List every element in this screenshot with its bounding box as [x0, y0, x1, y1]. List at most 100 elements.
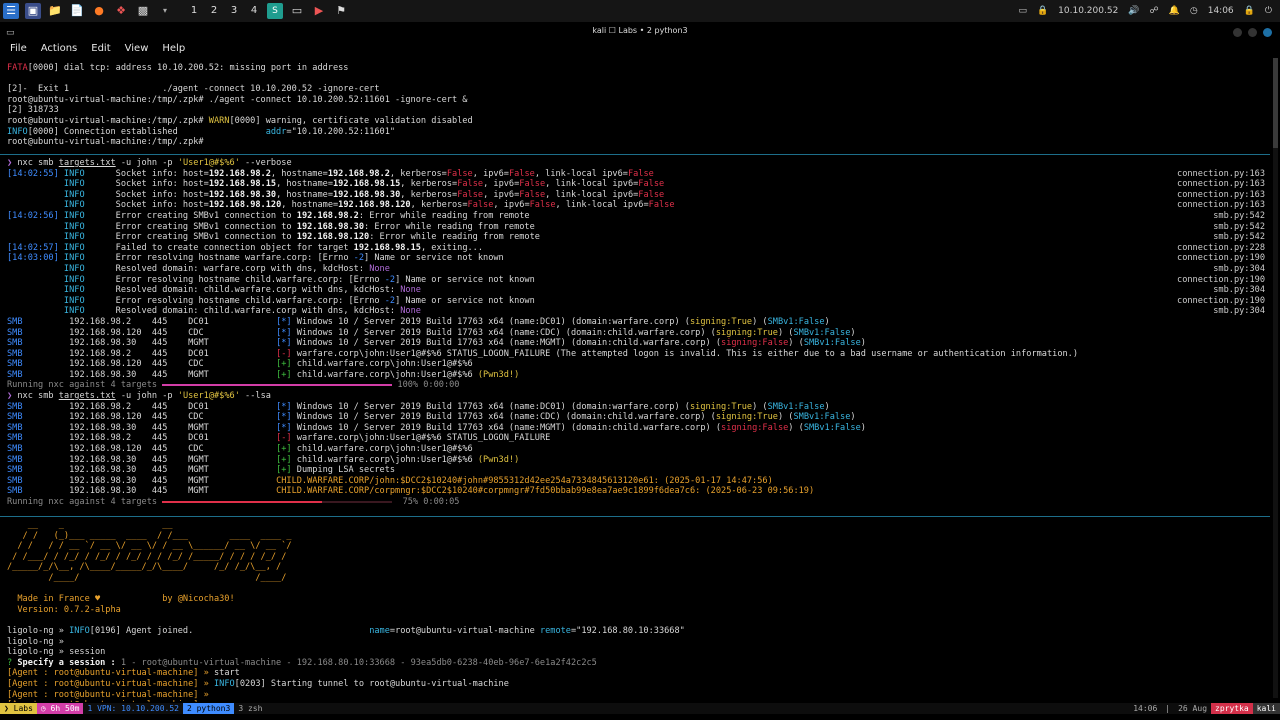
- status-window-2[interactable]: 2 python3: [182, 703, 235, 714]
- terminal-line: SMB 192.168.98.30 445 MGMT CHILD.WARFARE…: [7, 486, 1269, 497]
- terminal-text: 75% 0:00:05: [392, 497, 460, 507]
- terminal-text: INFO: [213, 678, 235, 689]
- terminal-text: Resolved domain: warfare.corp with dns, …: [115, 263, 370, 274]
- terminal-icon[interactable]: ▩: [135, 3, 151, 19]
- terminal-text: 192.168.98.120: [208, 200, 282, 211]
- volume-icon[interactable]: 🔊: [1128, 6, 1139, 17]
- terminal-text: Error creating SMBv1 connection to: [115, 221, 297, 232]
- bell-icon[interactable]: 🔔: [1169, 6, 1180, 17]
- workspace-2[interactable]: 2: [204, 5, 224, 17]
- workspace-3[interactable]: 3: [224, 5, 244, 17]
- burp-icon[interactable]: ❖: [113, 3, 129, 19]
- terminal-text: SMB: [7, 348, 23, 359]
- ip-address: 10.10.200.52: [1058, 5, 1119, 16]
- terminal-pane-nxc[interactable]: ❯ nxc smb targets.txt -u john -p 'User1@…: [7, 158, 1269, 512]
- status-host: kali: [1252, 703, 1280, 714]
- terminal-text: warfare.corp\john:User1@#$%6 STATUS_LOGO…: [291, 348, 1079, 359]
- terminal-text: /_____/_/\__, /\____/_____/_/\____/ /_/ …: [7, 562, 282, 573]
- terminal-text: ) (: [752, 316, 768, 327]
- log-source: connection.py:190: [1177, 295, 1265, 306]
- terminal-text: ?: [7, 657, 18, 668]
- flag-icon[interactable]: ⚑: [333, 3, 349, 19]
- terminal-pane-agent[interactable]: FATA[0000] dial tcp: address 10.10.200.5…: [7, 63, 1269, 149]
- terminal-line: SMB 192.168.98.120 445 CDC [+] child.war…: [7, 444, 1269, 455]
- power-icon[interactable]: ⏻: [1265, 6, 1272, 17]
- terminal-text: False: [638, 189, 665, 200]
- network-icon[interactable]: ☍: [1150, 6, 1159, 17]
- terminal-text: SMB: [7, 412, 23, 423]
- terminal-text: root@ubuntu-virtual-machine:/tmp/.zpk#: [7, 115, 209, 126]
- terminal-text: child.warfare.corp\john:User1@#$%6: [291, 444, 473, 455]
- lock-icon[interactable]: 🔒: [1037, 6, 1048, 17]
- app-teal-icon[interactable]: S: [267, 3, 283, 19]
- terminal-text: Error resolving hostname child.warfare.c…: [115, 295, 385, 306]
- terminal-text: Windows 10 / Server 2019 Build 17763 x64…: [291, 412, 716, 423]
- close-button[interactable]: [1263, 28, 1272, 37]
- terminal-text: None: [400, 285, 421, 296]
- terminal-text: 192.168.98.30 445 MGMT: [22, 369, 277, 380]
- terminal-text: [+]: [276, 359, 292, 370]
- scrollbar-thumb[interactable]: [1273, 58, 1278, 148]
- terminal-line: Made in France ♥ by @Nicocha30!: [7, 594, 1269, 605]
- scrollbar[interactable]: [1273, 58, 1278, 698]
- terminal-text: ) (: [788, 422, 804, 433]
- terminal-text: 192.168.98.2: [296, 210, 359, 221]
- workspace-1[interactable]: 1: [184, 5, 204, 17]
- workspace-4[interactable]: 4: [244, 5, 264, 17]
- pane-divider[interactable]: [0, 516, 1270, 517]
- kali-menu-icon[interactable]: ☰: [3, 3, 19, 19]
- terminal-text: : Error while reading from remote: [358, 210, 530, 221]
- progress-remaining: [322, 500, 393, 503]
- menu-file[interactable]: File: [10, 43, 27, 60]
- terminal-app-icon: ▭: [6, 28, 15, 38]
- terminal-text: , hostname=: [281, 200, 339, 211]
- document-icon[interactable]: 📄: [69, 3, 85, 19]
- terminal-line: SMB 192.168.98.30 445 MGMT [+] child.war…: [7, 455, 1269, 466]
- terminal-text: ) (: [752, 401, 768, 412]
- firefox-icon[interactable]: ●: [91, 3, 107, 19]
- terminal-line: INFO Error creating SMBv1 connection to …: [7, 222, 1269, 233]
- pane-divider[interactable]: [0, 154, 1270, 155]
- terminal-pane-ligolo[interactable]: __ _ __ / / (_)___ _____ ____ / /___ ___…: [7, 520, 1269, 702]
- log-source: connection.py:163: [1177, 179, 1265, 190]
- red-app-icon[interactable]: ▶: [311, 3, 327, 19]
- terminal-text: nxc smb: [17, 158, 59, 168]
- terminal-text: SMBv1:False: [793, 327, 851, 338]
- terminal-text: [+]: [276, 369, 292, 380]
- terminal-text: signing:True: [715, 327, 778, 338]
- terminal-line: [Agent : root@ubuntu-virtual-machine] » …: [7, 679, 1269, 690]
- menu-edit[interactable]: Edit: [91, 43, 110, 60]
- chevron-down-icon[interactable]: ▾: [157, 3, 173, 19]
- terminal-window-icon[interactable]: ▭: [289, 3, 305, 19]
- progress-bar: [162, 497, 393, 507]
- terminal-line: ligolo-ng »: [7, 637, 1269, 648]
- folder-icon[interactable]: 📁: [47, 3, 63, 19]
- terminal-text: 192.168.98.15: [333, 179, 401, 190]
- terminal-text: False: [457, 179, 484, 190]
- menu-view[interactable]: View: [125, 43, 149, 60]
- terminal-text: Socket info: host=: [115, 179, 209, 190]
- terminal-text: , hostname=: [276, 189, 333, 200]
- terminal-text: -2: [384, 295, 396, 306]
- terminal-text: SMB: [7, 475, 23, 486]
- terminal-text: INFO: [63, 210, 116, 221]
- menu-help[interactable]: Help: [162, 43, 185, 60]
- menu-actions[interactable]: Actions: [41, 43, 78, 60]
- terminal-text: 192.168.98.30: [296, 221, 365, 232]
- minimize-button[interactable]: [1233, 28, 1242, 37]
- terminal-text: , link-local ipv6=: [545, 189, 639, 200]
- status-window-3[interactable]: 3 zsh: [234, 703, 266, 714]
- terminal-line: root@ubuntu-virtual-machine:/tmp/.zpk# .…: [7, 95, 1269, 106]
- desktop-icon[interactable]: ▣: [25, 3, 41, 19]
- terminal-text: 192.168.98.30 445 MGMT: [22, 465, 277, 476]
- terminal-text: , kerberos=: [410, 200, 468, 211]
- maximize-button[interactable]: [1248, 28, 1257, 37]
- terminal-line: INFO Error resolving hostname child.warf…: [7, 275, 1269, 286]
- terminal-line: [14:02:55] INFO Socket info: host=192.16…: [7, 169, 1269, 180]
- terminal-text: , exiting...: [420, 242, 484, 253]
- terminal-line: INFO Resolved domain: child.warfare.corp…: [7, 306, 1269, 317]
- lock-screen-icon[interactable]: 🔒: [1244, 6, 1255, 17]
- terminal-text: Made in France ♥ by @Nicocha30!: [7, 594, 235, 605]
- screen-icon[interactable]: ▭: [1018, 6, 1027, 17]
